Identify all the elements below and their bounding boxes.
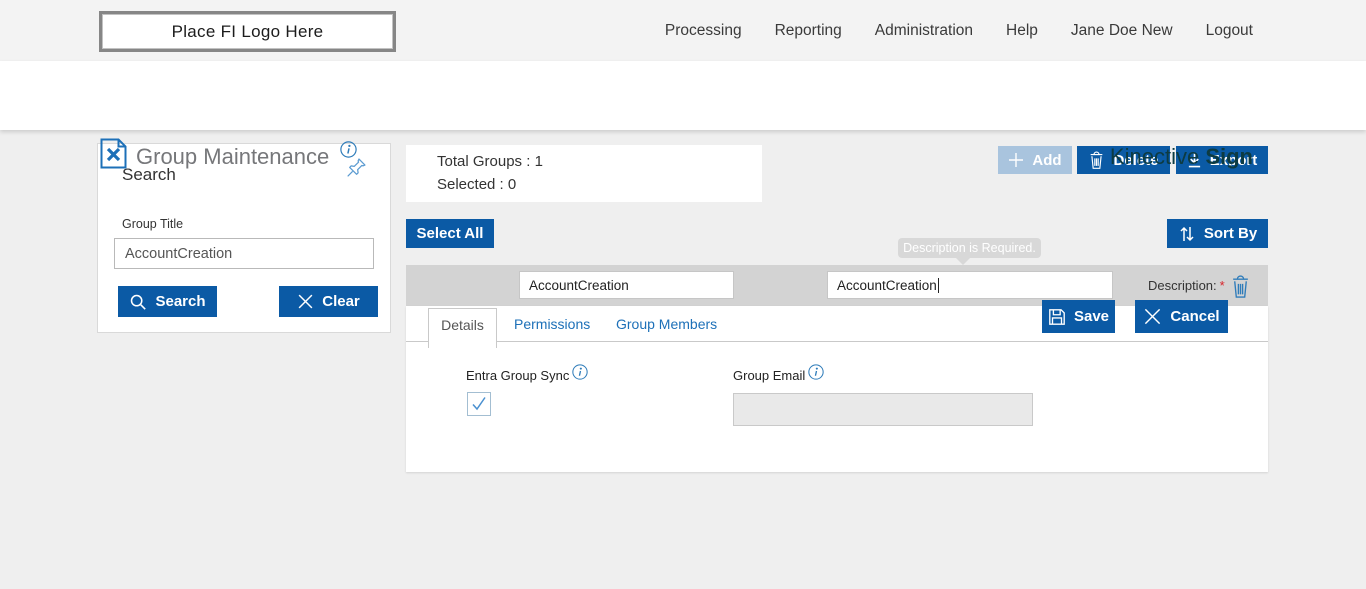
page-info-icon[interactable]	[340, 141, 357, 163]
clear-button[interactable]: Clear	[279, 286, 378, 317]
title-input[interactable]	[519, 271, 734, 299]
nav-help[interactable]: Help	[1006, 22, 1038, 40]
top-bar: Place FI Logo Here Processing Reporting …	[0, 0, 1366, 61]
brand-bold: Sign	[1205, 144, 1253, 169]
group-email-text: Group Email	[733, 368, 805, 383]
group-title-input[interactable]	[114, 238, 374, 269]
group-email-info-icon[interactable]	[808, 364, 824, 383]
entra-group-sync-label: Entra Group Sync	[466, 368, 588, 387]
row-delete-icon[interactable]	[1230, 273, 1251, 304]
tab-permissions[interactable]: Permissions	[514, 316, 590, 332]
entra-group-sync-checkbox[interactable]	[467, 392, 491, 416]
tab-details[interactable]: Details	[428, 308, 497, 348]
total-groups-text: Total Groups : 1	[437, 153, 543, 170]
selected-value: 0	[508, 176, 516, 193]
validation-tooltip-text: Description is Required.	[903, 241, 1036, 255]
entra-info-icon[interactable]	[572, 364, 588, 383]
selected-text: Selected : 0	[437, 176, 516, 193]
total-groups-label: Total Groups :	[437, 153, 530, 170]
groups-summary: Total Groups : 1 Selected : 0	[406, 145, 762, 202]
description-label-text: Description:	[1148, 278, 1217, 293]
select-all-button[interactable]: Select All	[406, 219, 494, 248]
group-detail-panel: Details Permissions Group Members Save C…	[406, 306, 1268, 472]
fi-logo-text: Place FI Logo Here	[172, 22, 324, 42]
brand-regular: Kinective	[1110, 144, 1199, 169]
nav-administration[interactable]: Administration	[875, 22, 973, 40]
sort-by-label: Sort By	[1204, 225, 1257, 242]
top-navigation: Processing Reporting Administration Help…	[665, 0, 1253, 61]
cancel-button-label: Cancel	[1170, 308, 1219, 325]
group-email-input	[733, 393, 1033, 426]
description-input-value: AccountCreation	[837, 278, 937, 293]
text-cursor	[938, 278, 939, 293]
group-email-label: Group Email	[733, 368, 824, 387]
description-label: Description:*	[1148, 278, 1225, 293]
nav-logout[interactable]: Logout	[1206, 22, 1253, 40]
entra-group-sync-text: Entra Group Sync	[466, 368, 569, 383]
brand-logo: Kinective Sign	[1110, 144, 1253, 170]
group-title-label: Group Title	[122, 217, 183, 231]
clear-button-label: Clear	[322, 293, 360, 310]
select-all-label: Select All	[417, 225, 484, 242]
add-button[interactable]: Add	[998, 146, 1072, 174]
description-input[interactable]: AccountCreation	[827, 271, 1113, 299]
nav-user-name[interactable]: Jane Doe New	[1071, 22, 1173, 40]
nav-processing[interactable]: Processing	[665, 22, 742, 40]
cancel-button[interactable]: Cancel	[1135, 300, 1228, 333]
page-title: Group Maintenance	[136, 144, 329, 170]
sort-by-button[interactable]: Sort By	[1167, 219, 1268, 248]
page-header: Group Maintenance Kinective Sign	[0, 61, 1366, 130]
tab-group-members[interactable]: Group Members	[616, 316, 717, 332]
search-button[interactable]: Search	[118, 286, 217, 317]
tab-details-label: Details	[441, 317, 484, 333]
validation-tooltip: Description is Required.	[898, 238, 1041, 258]
search-panel: Search Group Title Search Clear	[97, 143, 391, 333]
group-maintenance-icon	[100, 138, 127, 174]
nav-reporting[interactable]: Reporting	[775, 22, 842, 40]
add-button-label: Add	[1032, 152, 1061, 169]
save-button[interactable]: Save	[1042, 300, 1115, 333]
tab-divider	[406, 341, 1268, 342]
fi-logo-placeholder: Place FI Logo Here	[99, 11, 396, 52]
search-button-label: Search	[155, 293, 205, 310]
description-required-mark: *	[1220, 278, 1225, 293]
total-groups-value: 1	[535, 153, 543, 170]
selected-label: Selected :	[437, 176, 504, 193]
save-button-label: Save	[1074, 308, 1109, 325]
